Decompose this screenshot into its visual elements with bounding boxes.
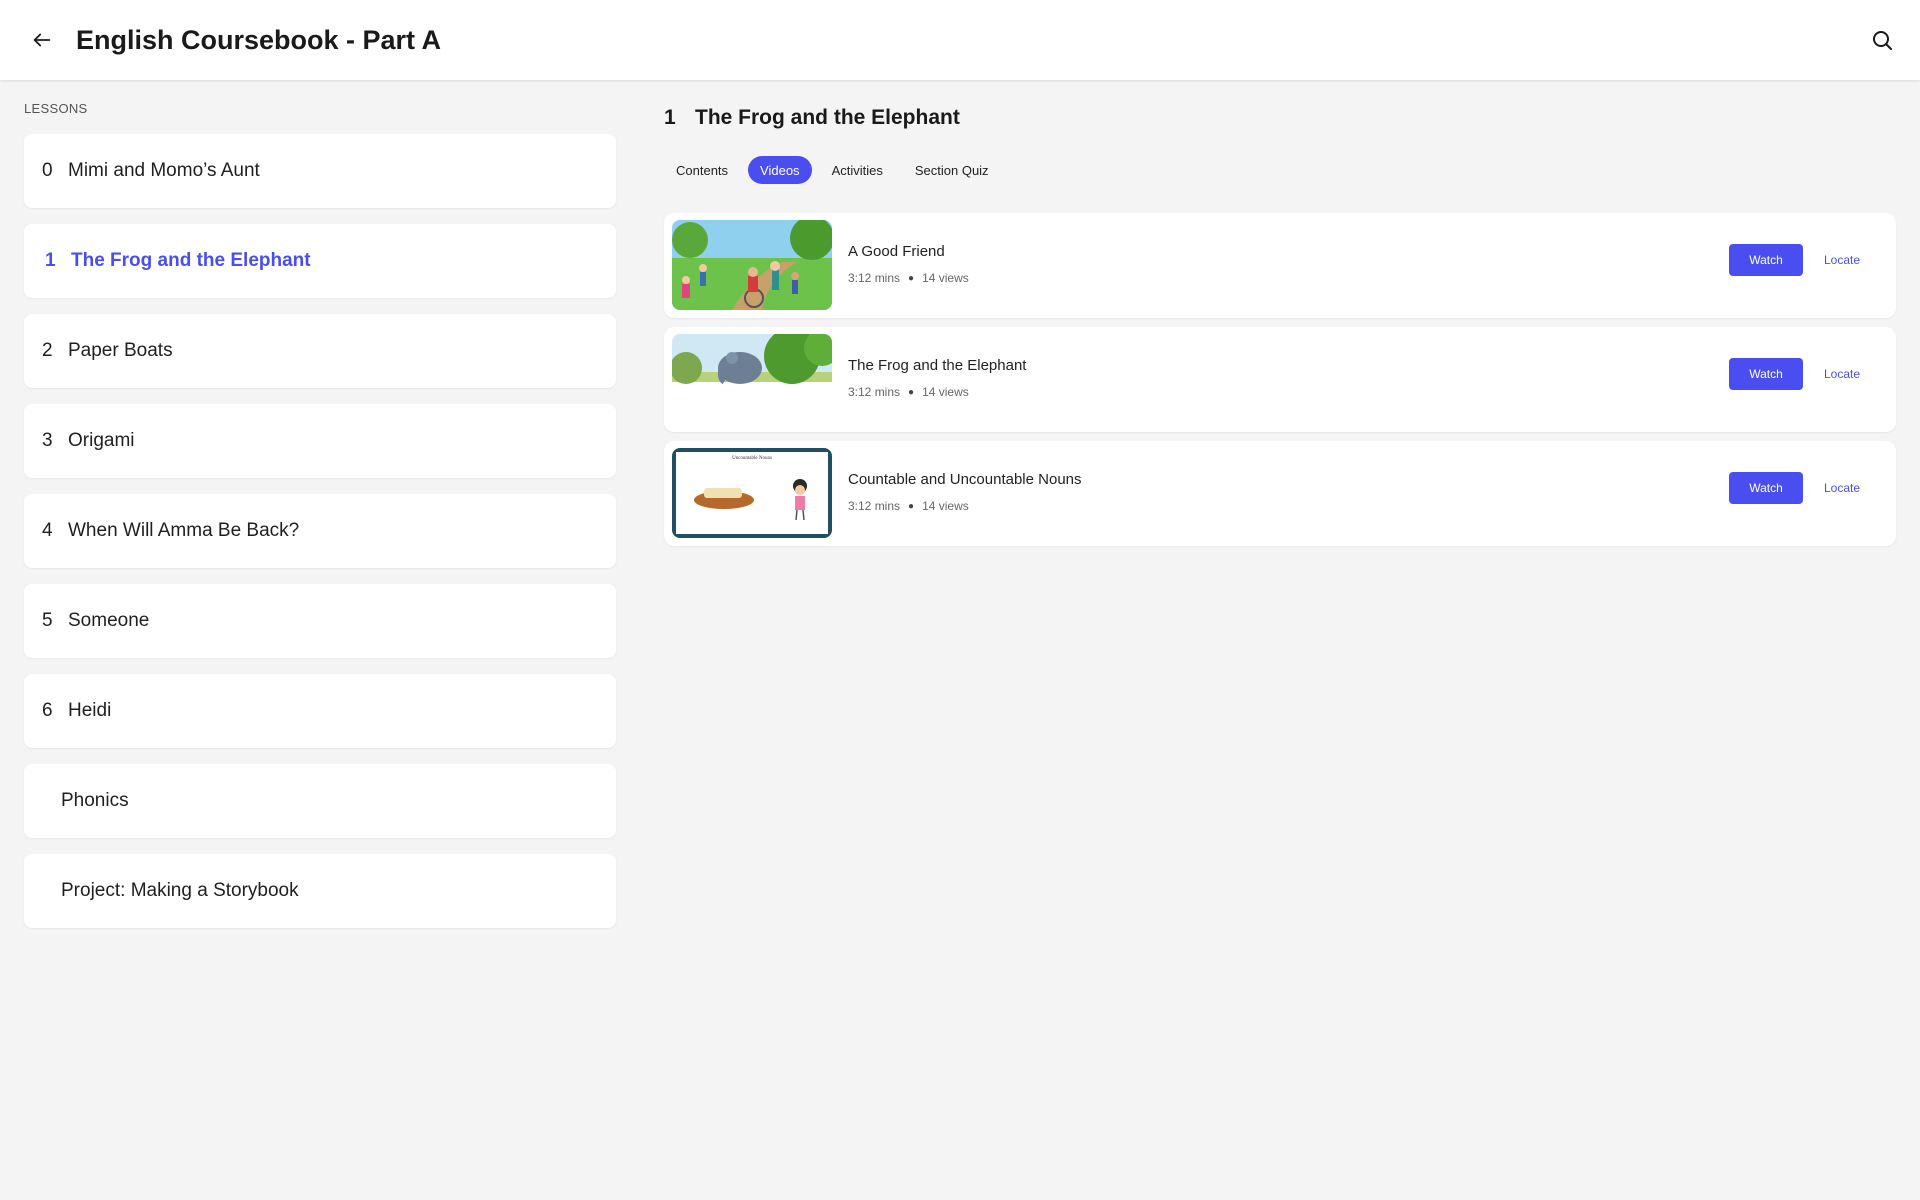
- park-scene-thumbnail-icon: [672, 220, 832, 310]
- video-meta: 3:12 mins ● 14 views: [848, 499, 969, 513]
- locate-link[interactable]: Locate: [1824, 367, 1860, 381]
- separator-dot-icon: ●: [908, 386, 915, 398]
- tab-videos[interactable]: Videos: [748, 156, 812, 184]
- tab-section-quiz[interactable]: Section Quiz: [903, 156, 1001, 184]
- page-title: English Coursebook - Part A: [76, 25, 442, 55]
- lesson-label: Origami: [68, 430, 135, 451]
- lesson-item-phonics[interactable]: Phonics: [24, 764, 616, 838]
- lesson-item-project[interactable]: Project: Making a Storybook: [24, 854, 616, 928]
- lesson-item-1[interactable]: 1 The Frog and the Elephant: [24, 224, 616, 298]
- video-title: A Good Friend: [848, 243, 945, 260]
- tab-activities[interactable]: Activities: [820, 156, 895, 184]
- video-title: Countable and Uncountable Nouns: [848, 471, 1082, 488]
- section-tabs: Contents Videos Activities Section Quiz: [664, 156, 1001, 184]
- lesson-label: Phonics: [61, 790, 129, 811]
- watch-button[interactable]: Watch: [1729, 472, 1803, 504]
- lesson-list: 0 Mimi and Momo’s Aunt 1 The Frog and th…: [24, 134, 616, 944]
- lesson-label: The Frog and the Elephant: [71, 250, 311, 271]
- video-title: The Frog and the Elephant: [848, 357, 1027, 374]
- lesson-number: 0: [42, 160, 53, 181]
- arrow-left-icon: [33, 33, 51, 47]
- lesson-item-4[interactable]: 4 When Will Amma Be Back?: [24, 494, 616, 568]
- video-views: 14 views: [922, 271, 969, 285]
- elephant-scene-thumbnail-icon: [672, 334, 832, 424]
- lesson-label: When Will Amma Be Back?: [68, 520, 300, 541]
- video-views: 14 views: [922, 385, 969, 399]
- locate-link[interactable]: Locate: [1824, 253, 1860, 267]
- lesson-item-0[interactable]: 0 Mimi and Momo’s Aunt: [24, 134, 616, 208]
- app-header: English Coursebook - Part A: [0, 0, 1920, 80]
- video-duration: 3:12 mins: [848, 271, 901, 285]
- separator-dot-icon: ●: [908, 500, 915, 512]
- video-item: Uncountable Nouns Countable and Uncounta…: [664, 441, 1896, 546]
- tab-contents[interactable]: Contents: [664, 156, 740, 184]
- lesson-item-6[interactable]: 6 Heidi: [24, 674, 616, 748]
- video-duration: 3:12 mins: [848, 385, 901, 399]
- lesson-item-3[interactable]: 3 Origami: [24, 404, 616, 478]
- lesson-number: 3: [42, 430, 53, 451]
- locate-link[interactable]: Locate: [1824, 481, 1860, 495]
- lesson-label: Heidi: [68, 700, 112, 721]
- watch-button[interactable]: Watch: [1729, 358, 1803, 390]
- lesson-item-2[interactable]: 2 Paper Boats: [24, 314, 616, 388]
- video-duration: 3:12 mins: [848, 499, 901, 513]
- lesson-number: 6: [42, 700, 53, 721]
- lesson-number: 1: [45, 250, 56, 271]
- video-meta: 3:12 mins ● 14 views: [848, 271, 969, 285]
- lesson-label: Someone: [68, 610, 150, 631]
- video-thumbnail[interactable]: Uncountable Nouns: [672, 448, 832, 538]
- back-button[interactable]: [24, 22, 60, 58]
- lesson-number: 4: [42, 520, 53, 541]
- lesson-label: Mimi and Momo’s Aunt: [68, 160, 260, 181]
- lesson-item-5[interactable]: 5 Someone: [24, 584, 616, 658]
- nouns-slide-thumbnail-icon: Uncountable Nouns: [672, 448, 832, 538]
- video-thumbnail[interactable]: [672, 220, 832, 310]
- search-button[interactable]: [1864, 22, 1900, 58]
- video-thumbnail[interactable]: [672, 334, 832, 424]
- lesson-number: 2: [42, 340, 53, 361]
- lessons-heading: LESSONS: [24, 101, 88, 116]
- section-number: 1: [664, 106, 676, 129]
- lesson-number: 5: [42, 610, 53, 631]
- section-title: 1 The Frog and the Elephant: [664, 104, 960, 132]
- thumbnail-caption: Uncountable Nouns: [732, 456, 772, 461]
- watch-button[interactable]: Watch: [1729, 244, 1803, 276]
- lesson-label: Project: Making a Storybook: [61, 880, 299, 901]
- separator-dot-icon: ●: [908, 272, 915, 284]
- section-title-text: The Frog and the Elephant: [695, 106, 960, 129]
- search-icon: [1873, 31, 1892, 50]
- video-item: A Good Friend 3:12 mins ● 14 views Watch…: [664, 213, 1896, 318]
- video-item: The Frog and the Elephant 3:12 mins ● 14…: [664, 327, 1896, 432]
- video-list: A Good Friend 3:12 mins ● 14 views Watch…: [664, 213, 1896, 555]
- video-meta: 3:12 mins ● 14 views: [848, 385, 969, 399]
- video-views: 14 views: [922, 499, 969, 513]
- lesson-label: Paper Boats: [68, 340, 173, 361]
